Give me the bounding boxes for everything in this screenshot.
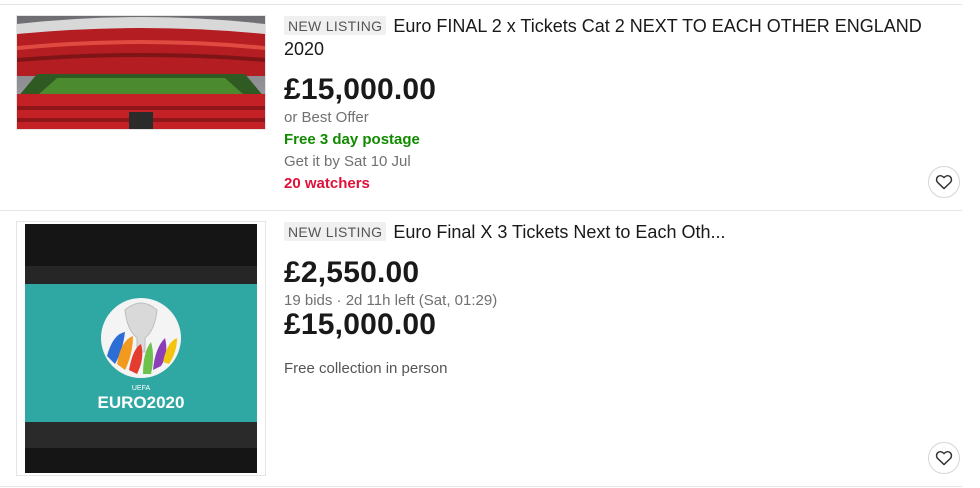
watch-button[interactable] <box>928 442 960 474</box>
best-offer-text: or Best Offer <box>284 109 369 126</box>
logo-text: EURO2020 <box>98 393 185 412</box>
delivery-text: Get it by Sat 10 Jul <box>284 153 411 170</box>
listing-price: £15,000.00 <box>284 73 437 106</box>
stadium-photo <box>17 16 265 129</box>
listing-thumbnail[interactable]: UEFA EURO2020 <box>16 221 266 476</box>
bottom-divider <box>0 486 962 487</box>
watch-button[interactable] <box>928 166 960 198</box>
new-listing-badge: NEW LISTING <box>284 222 387 241</box>
new-listing-badge: NEW LISTING <box>284 16 387 35</box>
postage-text: Free 3 day postage <box>284 131 420 148</box>
listing-item[interactable]: UEFA EURO2020 NEW LISTING Euro Final X 3… <box>0 211 962 486</box>
logo-sub-text: UEFA <box>132 385 151 392</box>
listing-title[interactable]: NEW LISTING Euro FINAL 2 x Tickets Cat 2… <box>284 15 942 61</box>
collection-text: Free collection in person <box>284 360 448 377</box>
thumbnail-frame: UEFA EURO2020 <box>25 224 257 473</box>
listing-title-text[interactable]: Euro Final X 3 Tickets Next to Each Oth.… <box>393 222 725 242</box>
heart-icon <box>935 174 953 190</box>
buy-now-price: £15,000.00 <box>284 308 437 341</box>
listing-thumbnail[interactable] <box>16 15 266 130</box>
watchers-count: 20 watchers <box>284 175 370 192</box>
listing-title[interactable]: NEW LISTING Euro Final X 3 Tickets Next … <box>284 221 942 244</box>
current-bid-price: £2,550.00 <box>284 256 420 289</box>
euro2020-logo: UEFA EURO2020 <box>98 298 185 412</box>
listing-item[interactable]: NEW LISTING Euro FINAL 2 x Tickets Cat 2… <box>0 5 962 210</box>
heart-icon <box>935 450 953 466</box>
